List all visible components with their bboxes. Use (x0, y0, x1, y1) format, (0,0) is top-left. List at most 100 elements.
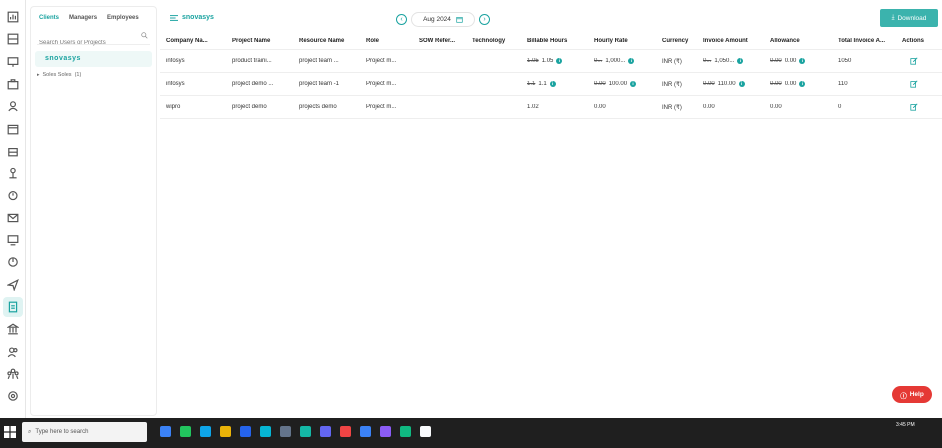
column-header[interactable]: Invoice Amount (697, 38, 764, 44)
cell-value: 1.1 (538, 81, 547, 87)
column-header[interactable]: Allowance (764, 38, 832, 44)
project-cell: project demo (226, 104, 293, 110)
column-header[interactable]: Hourly Rate (588, 38, 656, 44)
dashboard-icon[interactable] (6, 10, 20, 24)
taskbar-app-icon[interactable] (260, 426, 271, 437)
user-icon[interactable] (6, 99, 20, 113)
cell-value: 0.00 (770, 104, 782, 110)
info-icon[interactable]: i (556, 58, 563, 64)
taskbar-app-icon[interactable] (400, 426, 411, 437)
cell-value: 0.00 (594, 104, 606, 110)
taskbar-app-icon[interactable] (320, 426, 331, 437)
taskbar-app-icon[interactable] (300, 426, 311, 437)
currency-cell: INR (₹) (656, 58, 697, 65)
taskbar-app-icon[interactable] (220, 426, 231, 437)
mail-icon[interactable] (6, 211, 20, 225)
cell-value: project demo (232, 104, 267, 110)
info-icon[interactable]: i (799, 81, 806, 87)
column-header[interactable]: Company Na... (160, 38, 226, 44)
info-icon[interactable]: i (737, 58, 744, 64)
pie-icon[interactable] (6, 255, 20, 269)
cell-value: product traini... (232, 58, 272, 64)
total-invoice-cell: 1050 (832, 58, 896, 64)
cell-value: 0... (703, 58, 712, 64)
prev-month-button[interactable]: ‹ (396, 14, 407, 25)
menu-icon[interactable] (170, 14, 178, 22)
taskbar-app-icon[interactable] (280, 426, 291, 437)
info-icon[interactable]: i (630, 81, 637, 87)
column-header[interactable]: Role (360, 38, 413, 44)
taskbar-app-icon[interactable] (240, 426, 251, 437)
cell-value: 0.00 (703, 81, 715, 87)
taskbar-app-icon[interactable] (180, 426, 191, 437)
column-header[interactable]: Total Invoice A... (832, 38, 896, 44)
client-tabs: Clients Managers Employees (31, 7, 156, 21)
tab-managers[interactable]: Managers (69, 15, 97, 21)
taskbar-clock[interactable]: 3:45 PM (896, 422, 915, 429)
tree-item[interactable]: ▸ Soles Soles (1) (37, 72, 156, 78)
column-header[interactable]: Technology (466, 38, 521, 44)
table-row[interactable]: wipro project demo projects demo Project m.… (160, 96, 942, 119)
alarm-icon[interactable] (6, 188, 20, 202)
bag-icon[interactable] (6, 144, 20, 158)
taskbar-app-icon[interactable] (380, 426, 391, 437)
selected-client[interactable]: snovasys (35, 51, 152, 67)
role-cell: Project m... (360, 104, 413, 110)
invoice-table: Company Na... Project Name Resource Name Ro… (160, 32, 942, 119)
settings-icon[interactable] (6, 389, 20, 403)
team-icon[interactable] (6, 367, 20, 381)
cell-value: wipro (166, 104, 181, 110)
column-header[interactable]: Resource Name (293, 38, 360, 44)
total-invoice-cell: 110 (832, 81, 896, 87)
table-header: Company Na... Project Name Resource Name Ro… (160, 32, 942, 50)
taskbar-app-icon[interactable] (200, 426, 211, 437)
client-search-input[interactable] (37, 40, 150, 46)
download-button[interactable]: ⤓ Download (880, 9, 938, 27)
cell-value: INR (₹) (662, 104, 682, 111)
briefcase-icon[interactable] (6, 77, 20, 91)
top-bar: snovasys ‹ Aug 2024 › ⤓ Download (160, 4, 942, 32)
edit-icon[interactable] (910, 80, 918, 88)
tab-employees[interactable]: Employees (107, 15, 139, 21)
taskbar-app-icon[interactable] (360, 426, 371, 437)
bank-icon[interactable] (6, 322, 20, 336)
info-icon[interactable]: i (628, 58, 635, 64)
client-panel: Clients Managers Employees snovasys ▸ So… (30, 6, 157, 416)
info-icon[interactable]: i (549, 81, 556, 87)
column-header[interactable]: Currency (656, 38, 697, 44)
month-picker[interactable]: Aug 2024 (411, 12, 475, 27)
edit-icon[interactable] (910, 57, 918, 65)
info-icon[interactable]: i (799, 58, 806, 64)
expand-caret-icon[interactable]: ▸ (37, 72, 40, 78)
cell-value: 1.1 (527, 81, 536, 87)
send-icon[interactable] (6, 278, 20, 292)
tab-clients[interactable]: Clients (39, 15, 59, 21)
monitor-icon[interactable] (6, 55, 20, 69)
table-row[interactable]: infosys product traini... project team ...… (160, 50, 942, 73)
billable-hours-cell: 1.1 1.1 i (521, 81, 588, 87)
taskbar-search[interactable]: ⌕ Type here to search (22, 422, 147, 442)
edit-icon[interactable] (910, 103, 918, 111)
help-button[interactable]: ⓘ Help (892, 386, 932, 403)
month-navigator: ‹ Aug 2024 › (396, 12, 490, 27)
document-icon[interactable] (3, 296, 23, 317)
desktop-icon[interactable] (6, 233, 20, 247)
column-header[interactable]: SOW Refer... (413, 38, 466, 44)
info-icon[interactable]: i (738, 81, 745, 87)
column-header[interactable]: Project Name (226, 38, 293, 44)
download-label: Download (897, 14, 927, 22)
grid-icon[interactable] (6, 32, 20, 46)
next-month-button[interactable]: › (479, 14, 490, 25)
search-icon[interactable] (141, 32, 148, 39)
taskbar-app-icon[interactable] (160, 426, 171, 437)
calendar-icon[interactable] (6, 122, 20, 136)
column-header[interactable]: Billable Hours (521, 38, 588, 44)
taskbar-app-icon[interactable] (340, 426, 351, 437)
resource-cell: project team ... (293, 58, 360, 64)
column-header[interactable]: Actions (896, 38, 942, 44)
users-icon[interactable] (6, 345, 20, 359)
windows-start-icon[interactable] (4, 426, 16, 438)
taskbar-app-icon[interactable] (420, 426, 431, 437)
table-row[interactable]: infosys project demo ... project team -1 Pr… (160, 73, 942, 96)
person-icon[interactable] (6, 166, 20, 180)
